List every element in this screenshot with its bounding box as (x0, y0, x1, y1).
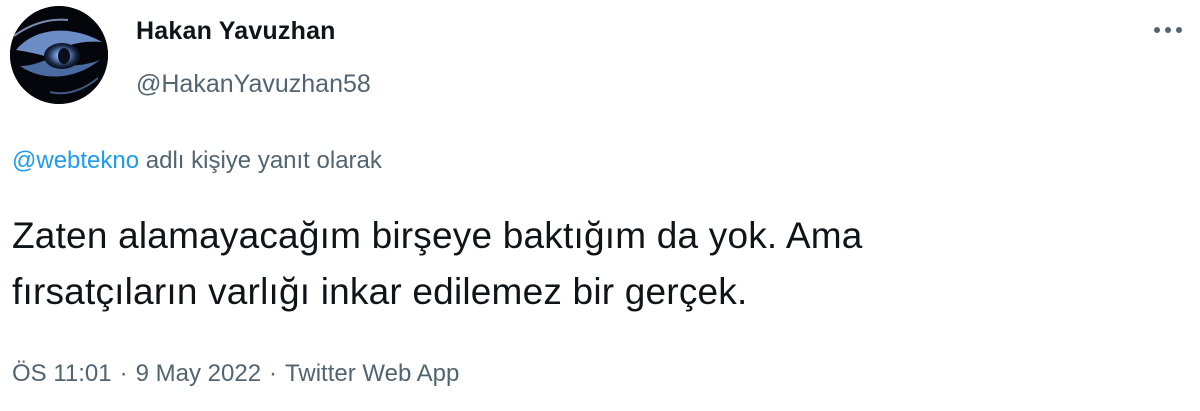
more-options-icon (1154, 27, 1182, 33)
tweet-text-line-2: fırsatçıların varlığı inkar edilemez bir… (12, 271, 748, 312)
tweet-text: Zaten alamayacağım birşeye baktığım da y… (12, 208, 1162, 320)
glowing-eye-avatar-icon (10, 6, 108, 104)
reply-mention-link[interactable]: @webtekno (12, 147, 139, 174)
tweet-text-line-1: Zaten alamayacağım birşeye baktığım da y… (12, 215, 863, 256)
avatar[interactable] (10, 6, 108, 104)
tweet-meta: ÖS 11:01 · 9 May 2022 · Twitter Web App (12, 358, 459, 390)
tweet-date[interactable]: 9 May 2022 (136, 360, 261, 387)
tweet-card: Hakan Yavuzhan @HakanYavuzhan58 @webtekn… (0, 0, 1200, 411)
author-handle[interactable]: @HakanYavuzhan58 (136, 67, 371, 101)
meta-separator-2: · (269, 360, 278, 387)
author-display-name[interactable]: Hakan Yavuzhan (136, 14, 371, 48)
meta-separator-1: · (119, 360, 128, 387)
reply-suffix: adlı kişiye yanıt olarak (139, 147, 382, 174)
author-block: Hakan Yavuzhan @HakanYavuzhan58 (136, 14, 371, 101)
more-options-button[interactable] (1150, 18, 1186, 42)
tweet-time[interactable]: ÖS 11:01 (12, 360, 112, 387)
reply-context: @webtekno adlı kişiye yanıt olarak (12, 145, 382, 177)
tweet-source[interactable]: Twitter Web App (285, 360, 459, 387)
